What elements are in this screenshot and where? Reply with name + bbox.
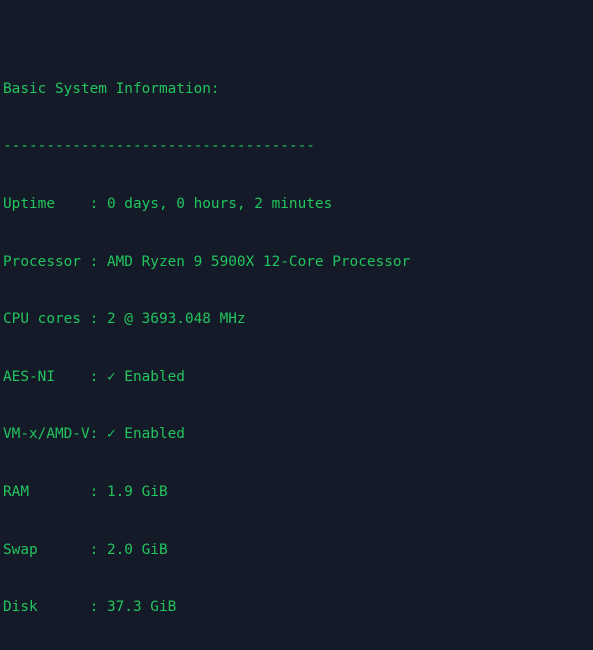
sysinfo-row: CPU cores : 2 @ 3693.048 MHz <box>3 311 246 328</box>
sysinfo-row: RAM : 1.9 GiB <box>3 483 168 500</box>
sysinfo-row: AES-NI : ✓ Enabled <box>3 368 185 385</box>
sysinfo-row: VM-x/AMD-V: ✓ Enabled <box>3 426 185 443</box>
section-rule-basic-system-info: ------------------------------------ <box>3 138 315 155</box>
sysinfo-row: Disk : 37.3 GiB <box>3 599 177 616</box>
sysinfo-row: Uptime : 0 days, 0 hours, 2 minutes <box>3 196 333 212</box>
sysinfo-row: Swap : 2.0 GiB <box>3 541 168 558</box>
section-title-basic-system-info: Basic System Information: <box>3 80 220 97</box>
terminal-output: Basic System Information: --------------… <box>0 0 593 650</box>
sysinfo-row: Processor : AMD Ryzen 9 5900X 12-Core Pr… <box>3 253 411 270</box>
